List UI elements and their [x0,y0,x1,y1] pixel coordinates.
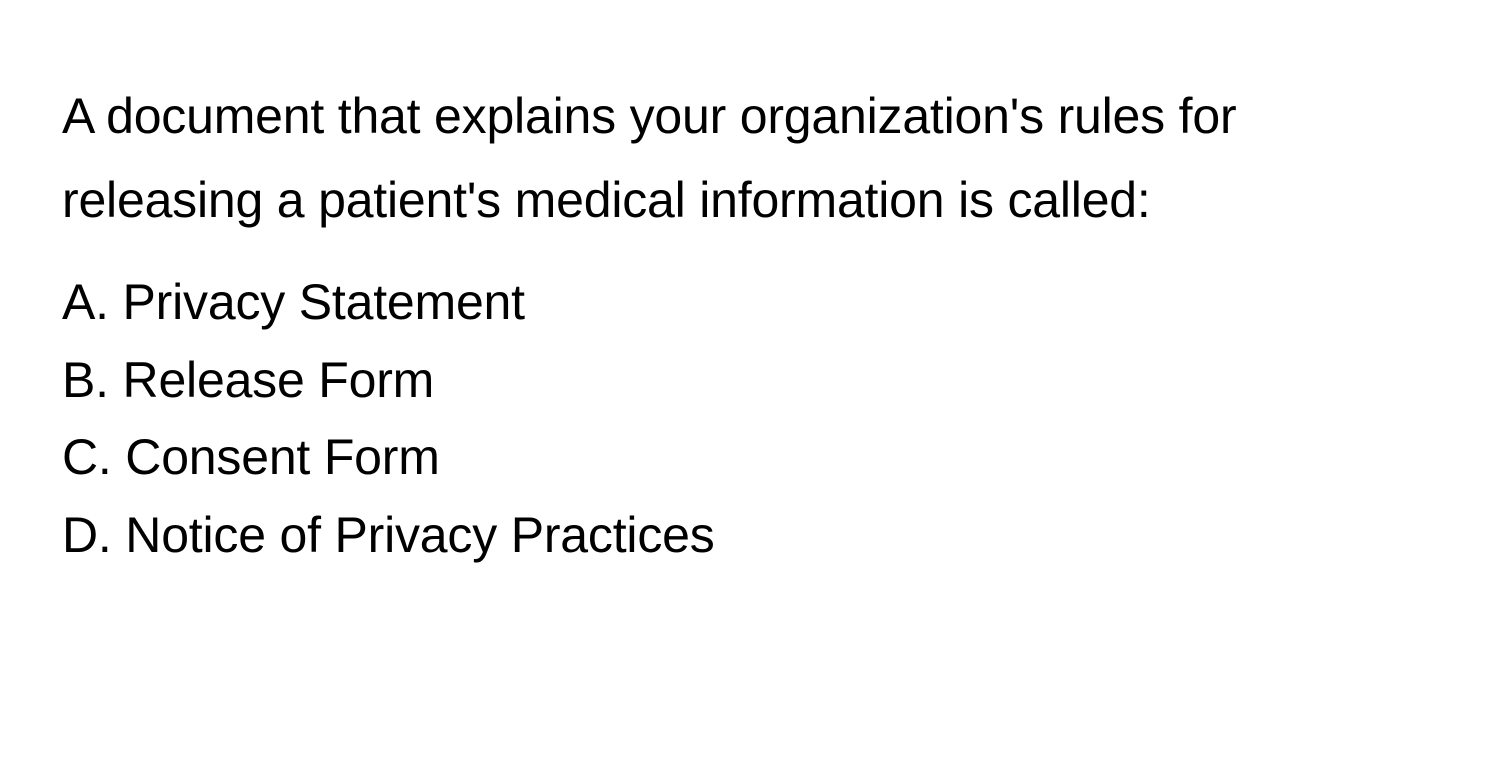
option-c: C. Consent Form [62,419,1438,497]
option-b: B. Release Form [62,342,1438,420]
options-container: A. Privacy Statement B. Release Form C. … [62,264,1438,574]
option-d: D. Notice of Privacy Practices [62,497,1438,575]
option-a: A. Privacy Statement [62,264,1438,342]
question-text: A document that explains your organizati… [62,74,1438,242]
